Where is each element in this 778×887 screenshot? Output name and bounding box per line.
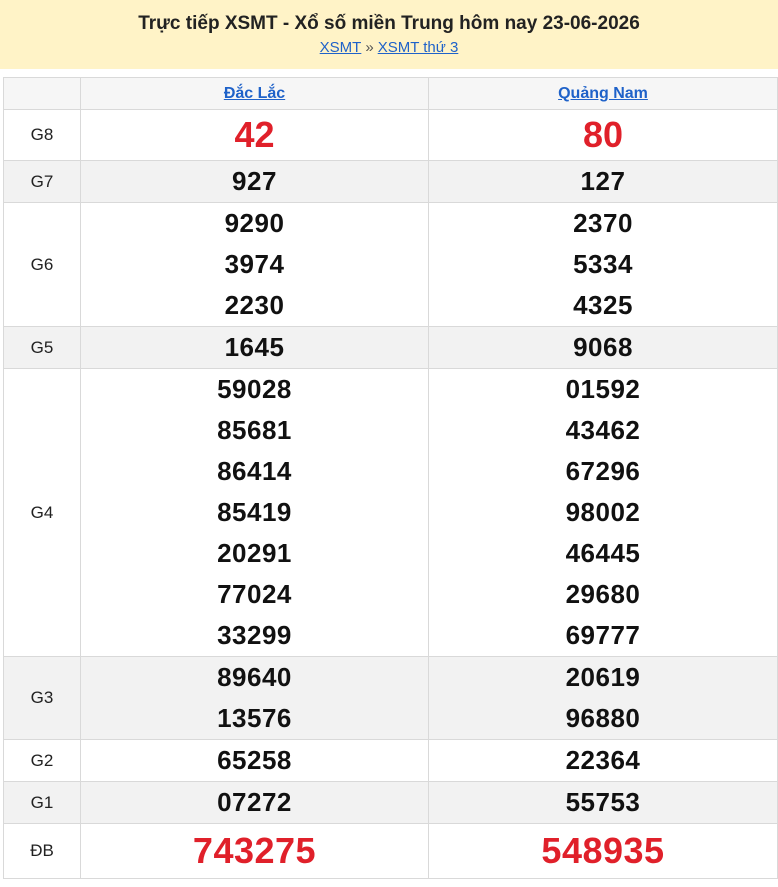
result-number: 33299 xyxy=(217,620,292,650)
prize-column-header xyxy=(3,77,81,110)
table-row-g2: G2 65258 22364 xyxy=(3,739,778,782)
prize-label: G5 xyxy=(3,326,81,369)
result-cell: 9290 3974 2230 xyxy=(80,202,429,327)
result-number: 77024 xyxy=(217,579,292,609)
result-number: 69777 xyxy=(565,620,641,650)
result-number: 80 xyxy=(582,114,624,155)
result-cell: 42 xyxy=(80,109,429,161)
table-row-g1: G1 07272 55753 xyxy=(3,781,778,824)
result-number: 127 xyxy=(580,166,626,196)
result-cell: 89640 13576 xyxy=(80,656,429,740)
result-number: 42 xyxy=(234,114,275,155)
result-number: 07272 xyxy=(217,787,292,817)
table-row-g5: G5 1645 9068 xyxy=(3,326,778,369)
table-row-special: ĐB 743275 548935 xyxy=(3,823,778,879)
prize-label: G4 xyxy=(3,368,81,657)
prize-label: G1 xyxy=(3,781,81,824)
province-header-dak-lak: Đắc Lắc xyxy=(80,77,429,110)
result-cell: 80 xyxy=(428,109,778,161)
result-number: 85419 xyxy=(217,497,292,527)
prize-label: G2 xyxy=(3,739,81,782)
result-number: 20619 xyxy=(565,662,641,692)
result-number: 01592 xyxy=(565,374,641,404)
result-number: 22364 xyxy=(565,745,641,775)
prize-label: G8 xyxy=(3,109,81,161)
table-row-g3: G3 89640 13576 20619 96880 xyxy=(3,656,778,740)
result-cell: 927 xyxy=(80,160,429,203)
table-row-g4: G4 59028 85681 86414 85419 20291 77024 3… xyxy=(3,368,778,657)
result-cell: 1645 xyxy=(80,326,429,369)
prize-label: G6 xyxy=(3,202,81,327)
result-number: 13576 xyxy=(217,703,292,733)
prize-label: G3 xyxy=(3,656,81,740)
special-prize-number: 743275 xyxy=(192,830,317,871)
result-cell: 9068 xyxy=(428,326,778,369)
result-cell: 127 xyxy=(428,160,778,203)
table-row-g7: G7 927 127 xyxy=(3,160,778,203)
result-cell: 22364 xyxy=(428,739,778,782)
result-number: 5334 xyxy=(573,249,633,279)
result-number: 3974 xyxy=(224,249,285,279)
result-number: 9290 xyxy=(224,208,285,238)
page-header: Trực tiếp XSMT - Xổ số miền Trung hôm na… xyxy=(0,0,778,69)
result-number: 927 xyxy=(232,166,277,196)
result-cell: 20619 96880 xyxy=(428,656,778,740)
table-row-g8: G8 42 80 xyxy=(3,109,778,161)
result-cell: 743275 xyxy=(80,823,429,879)
result-number: 96880 xyxy=(565,703,641,733)
result-cell: 01592 43462 67296 98002 46445 29680 6977… xyxy=(428,368,778,657)
results-table: Đắc Lắc Quảng Nam G8 42 80 G7 927 127 G6… xyxy=(3,77,778,879)
result-number: 65258 xyxy=(217,745,292,775)
result-number: 55753 xyxy=(565,787,641,817)
result-cell: 55753 xyxy=(428,781,778,824)
result-number: 67296 xyxy=(565,456,641,486)
result-number: 4325 xyxy=(573,290,633,320)
result-number: 89640 xyxy=(217,662,292,692)
result-cell: 548935 xyxy=(428,823,778,879)
breadcrumb: XSMT» XSMT thứ 3 xyxy=(0,38,778,58)
result-number: 59028 xyxy=(217,374,292,404)
result-cell: 07272 xyxy=(80,781,429,824)
table-header-row: Đắc Lắc Quảng Nam xyxy=(3,77,778,110)
result-number: 2230 xyxy=(224,290,285,320)
province-link-quang-nam[interactable]: Quảng Nam xyxy=(558,85,648,102)
breadcrumb-xsmt-link[interactable]: XSMT xyxy=(320,39,362,56)
result-number: 29680 xyxy=(565,579,641,609)
page-title: Trực tiếp XSMT - Xổ số miền Trung hôm na… xyxy=(138,13,640,34)
result-number: 86414 xyxy=(217,456,292,486)
prize-label: ĐB xyxy=(3,823,81,879)
result-number: 85681 xyxy=(217,415,292,445)
result-number: 43462 xyxy=(565,415,641,445)
breadcrumb-xsmt-thu3-link[interactable]: XSMT thứ 3 xyxy=(378,39,459,56)
table-row-g6: G6 9290 3974 2230 2370 5334 4325 xyxy=(3,202,778,327)
result-number: 98002 xyxy=(565,497,641,527)
result-cell: 59028 85681 86414 85419 20291 77024 3329… xyxy=(80,368,429,657)
breadcrumb-separator: » xyxy=(365,39,374,56)
result-cell: 2370 5334 4325 xyxy=(428,202,778,327)
result-number: 46445 xyxy=(565,538,641,568)
special-prize-number: 548935 xyxy=(541,830,665,871)
province-link-dak-lak[interactable]: Đắc Lắc xyxy=(224,85,285,102)
result-cell: 65258 xyxy=(80,739,429,782)
result-number: 1645 xyxy=(224,332,285,362)
result-number: 20291 xyxy=(217,538,292,568)
prize-label: G7 xyxy=(3,160,81,203)
result-number: 9068 xyxy=(573,332,633,362)
province-header-quang-nam: Quảng Nam xyxy=(428,77,778,110)
result-number: 2370 xyxy=(573,208,633,238)
